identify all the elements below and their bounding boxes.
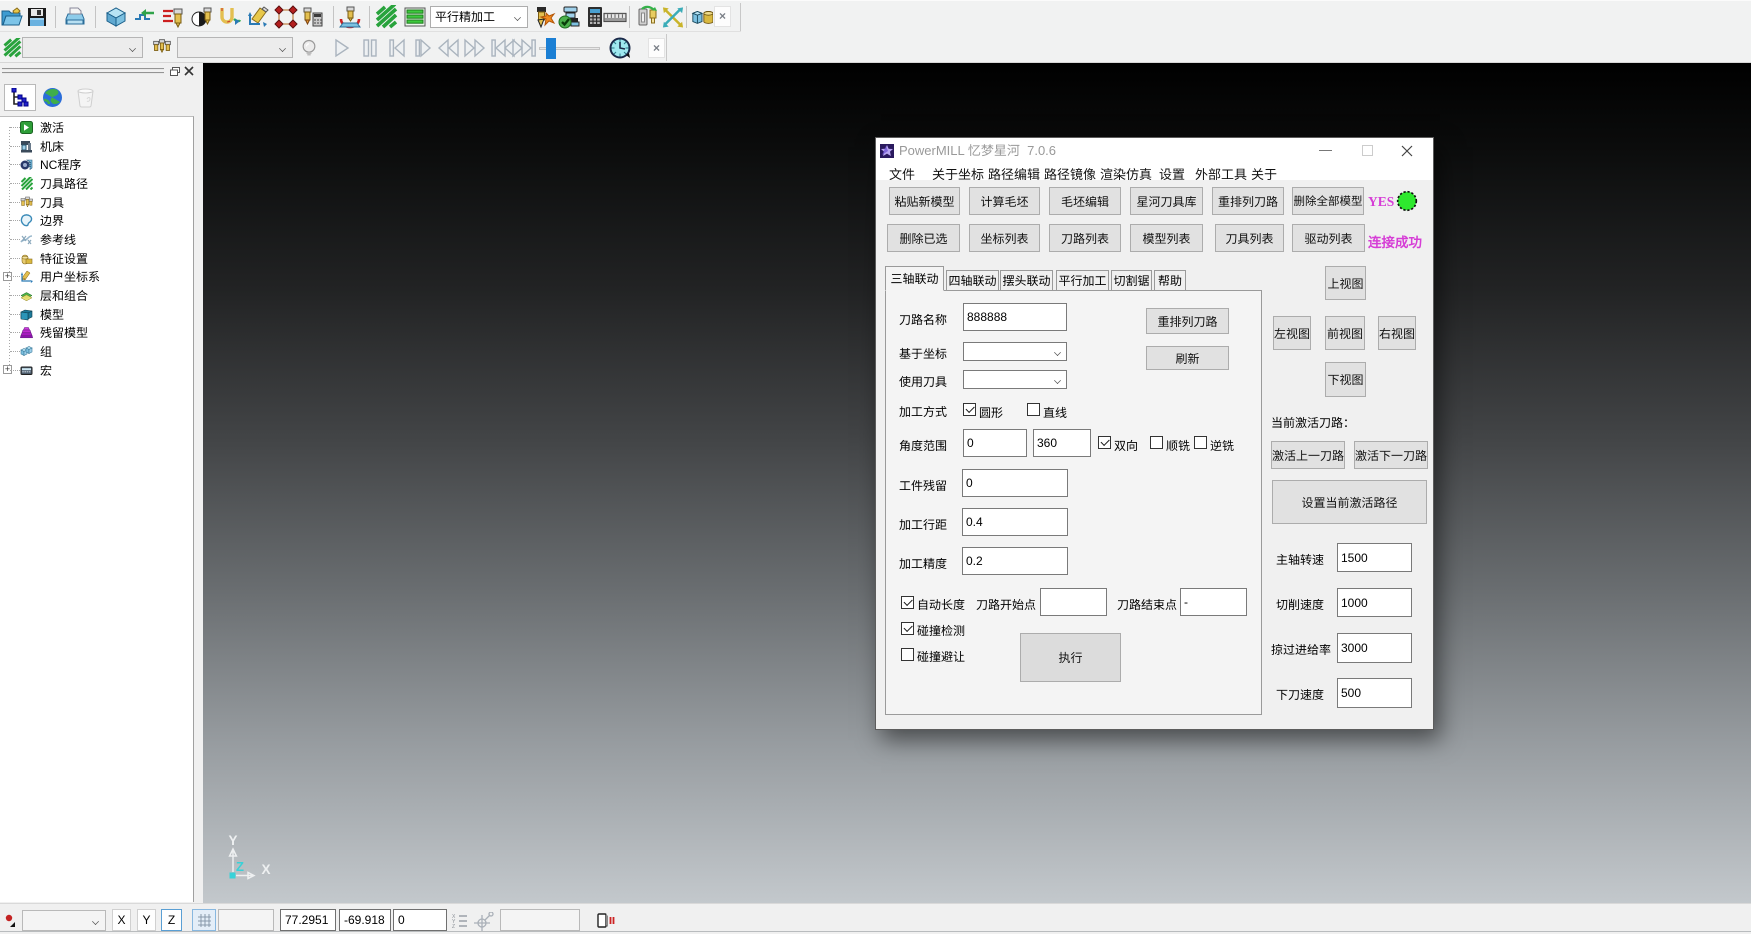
svg-text:X: X: [261, 862, 270, 877]
svg-text:Z: Z: [452, 924, 455, 929]
svg-text:Z: Z: [236, 859, 244, 874]
svg-text:Y: Y: [228, 833, 237, 848]
